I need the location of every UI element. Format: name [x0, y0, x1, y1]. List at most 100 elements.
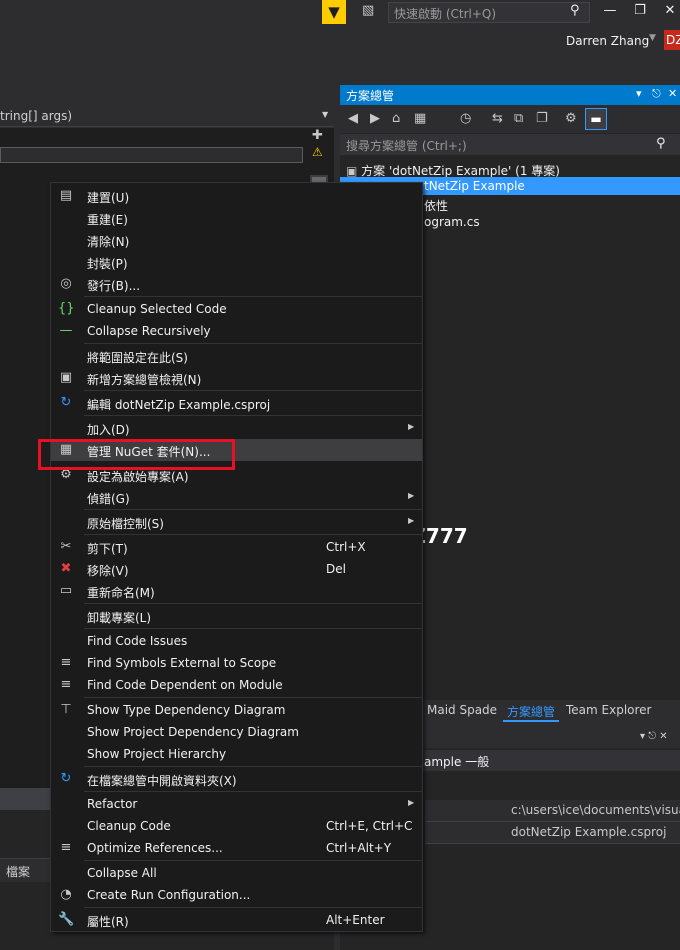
edit-refresh-icon: ↻ [60, 395, 72, 410]
chevron-down-icon[interactable]: ▼ [322, 110, 328, 119]
menu-item-refactor[interactable]: Refactor ▶ [51, 793, 422, 815]
collapse-all-icon[interactable]: ⧉ [514, 111, 523, 126]
menu-item-add[interactable]: 加入(D) ▶ [51, 417, 422, 439]
menu-item-properties[interactable]: 🔧 屬性(R) Alt+Enter [51, 909, 422, 931]
menu-item-build[interactable]: ▤ 建置(U) [51, 185, 422, 207]
menu-item-label: 原始檔控制(S) [87, 517, 164, 531]
menu-item-label: 偵錯(G) [87, 492, 130, 506]
home-icon[interactable]: ⌂ [392, 111, 400, 126]
menu-item-label: Collapse All [87, 866, 157, 880]
forward-icon[interactable]: ▶ [370, 111, 380, 126]
solution-explorer-title[interactable]: 方案總管 [340, 85, 680, 105]
braces-icon: {} [58, 301, 75, 316]
menu-item-label: 重建(E) [87, 213, 128, 227]
close-icon[interactable]: ✕ [661, 3, 679, 21]
menu-item-collapse-all[interactable]: Collapse All [51, 862, 422, 884]
menu-item-label: 剪下(T) [87, 542, 128, 556]
preview-icon[interactable]: ▬ [585, 108, 607, 130]
menu-item-label: 加入(D) [87, 423, 130, 437]
show-all-files-icon[interactable]: ❐ [536, 111, 548, 126]
back-icon[interactable]: ◀ [348, 111, 358, 126]
tab-codemaid[interactable]: Maid Spade [427, 703, 497, 717]
warning-icon[interactable]: ⚠ [312, 145, 323, 159]
menu-separator [84, 766, 422, 767]
menu-item-open-in-explorer[interactable]: ↻ 在檔案總管中開啟資料夾(X) [51, 768, 422, 790]
search-icon[interactable]: ⚲ [570, 3, 580, 18]
tree-item-solution[interactable]: ▣ 方案 'dotNetZip Example' (1 專案) [340, 160, 680, 178]
publish-globe-icon: ◎ [60, 276, 72, 291]
menu-item-rebuild[interactable]: 重建(E) [51, 207, 422, 229]
optimize-refs-icon: ≡ [60, 840, 72, 855]
close-icon[interactable]: ✕ [668, 87, 677, 100]
menu-item-find-code-dependent[interactable]: ≡ Find Code Dependent on Module [51, 674, 422, 696]
tab-team-explorer[interactable]: Team Explorer [566, 703, 652, 717]
filter-icon[interactable]: ▼ [322, 0, 346, 24]
feedback-icon[interactable]: ▧ [362, 3, 380, 21]
tree-item-label: 方案 'dotNetZip Example' (1 專案) [361, 164, 560, 178]
menu-item-optimize-references[interactable]: ≡ Optimize References... Ctrl+Alt+Y [51, 837, 422, 859]
menu-separator [84, 907, 422, 908]
menu-item-project-hierarchy[interactable]: Show Project Hierarchy [51, 743, 422, 765]
menu-item-collapse-recursively[interactable]: — Collapse Recursively [51, 320, 422, 342]
editor-find-box[interactable] [0, 147, 303, 163]
menu-item-clean[interactable]: 清除(N) [51, 229, 422, 251]
menu-item-find-symbols-external[interactable]: ≡ Find Symbols External to Scope [51, 652, 422, 674]
tab-solution-explorer[interactable]: 方案總管 [503, 703, 560, 722]
chevron-down-icon[interactable]: ▼ [649, 33, 656, 43]
pin-icon[interactable]: ▾ ⎋ ✕ [640, 731, 668, 742]
avatar[interactable]: DZ [664, 30, 680, 50]
sync-icon[interactable]: ⇆ [492, 111, 503, 126]
properties-icon[interactable]: ⚙ [565, 111, 577, 126]
menu-item-label: Find Code Issues [87, 634, 188, 648]
menu-item-edit-csproj[interactable]: ↻ 編輯 dotNetZip Example.csproj [51, 392, 422, 414]
menu-item-label: 發行(B)... [87, 279, 141, 293]
split-icon[interactable]: ✚ [312, 128, 323, 143]
submenu-arrow-icon: ▶ [408, 422, 415, 431]
menu-item-publish[interactable]: ◎ 發行(B)... [51, 273, 422, 295]
menu-item-label: 新增方案總管檢視(N) [87, 373, 202, 387]
restore-icon[interactable]: ❐ [631, 3, 649, 21]
menu-item-find-code-issues[interactable]: Find Code Issues [51, 630, 422, 652]
switch-views-icon[interactable]: ▦ [414, 111, 426, 126]
search-icon[interactable]: ⚲ [656, 136, 666, 151]
menu-item-remove[interactable]: ✖ 移除(V) Del [51, 558, 422, 580]
menu-item-label: Cleanup Selected Code [87, 302, 227, 316]
menu-item-type-dependency-diagram[interactable]: ⊤ Show Type Dependency Diagram [51, 699, 422, 721]
menu-item-label: Collapse Recursively [87, 324, 211, 338]
solution-search-input[interactable]: 搜尋方案總管 (Ctrl+;) [340, 134, 680, 155]
menu-separator [84, 534, 422, 535]
menu-separator [84, 628, 422, 629]
solution-icon: ▣ [346, 164, 358, 178]
property-row[interactable]: c:\users\ice\documents\visual [425, 800, 680, 822]
menu-item-label: 封裝(P) [87, 257, 128, 271]
user-name[interactable]: Darren Zhang [566, 34, 649, 48]
minimize-icon[interactable]: — [601, 3, 619, 21]
pending-changes-icon[interactable]: ◷ [460, 111, 471, 126]
menu-separator [84, 860, 422, 861]
property-row[interactable]: dotNetZip Example.csproj [425, 822, 680, 844]
pin-icon[interactable]: ⎋ [652, 87, 661, 101]
menu-item-label: 將範圍設定在此(S) [87, 351, 188, 365]
menu-item-scope-to-this[interactable]: 將範圍設定在此(S) [51, 345, 422, 367]
menu-item-cut[interactable]: ✂ 剪下(T) Ctrl+X [51, 536, 422, 558]
menu-item-new-view[interactable]: ▣ 新增方案總管檢視(N) [51, 367, 422, 389]
quick-launch-input[interactable]: 快速啟動 (Ctrl+Q) [388, 2, 590, 23]
menu-item-cleanup-code[interactable]: Cleanup Code Ctrl+E, Ctrl+C [51, 815, 422, 837]
new-view-icon: ▣ [59, 370, 73, 385]
menu-item-label: Find Symbols External to Scope [87, 656, 277, 670]
menu-item-project-dependency-diagram[interactable]: Show Project Dependency Diagram [51, 721, 422, 743]
menu-item-unload-project[interactable]: 卸載專案(L) [51, 605, 422, 627]
menu-item-shortcut: Del [326, 562, 346, 576]
member-dropdown-text[interactable]: tring[] args) [0, 109, 72, 123]
menu-item-debug[interactable]: 偵錯(G) ▶ [51, 486, 422, 508]
menu-item-create-run-config[interactable]: ◔ Create Run Configuration... [51, 884, 422, 906]
menu-item-pack[interactable]: 封裝(P) [51, 251, 422, 273]
menu-item-source-control[interactable]: 原始檔控制(S) ▶ [51, 511, 422, 533]
menu-item-cleanup-selected[interactable]: {} Cleanup Selected Code [51, 298, 422, 320]
menu-item-label: 重新命名(M) [87, 586, 155, 600]
menu-item-label: 移除(V) [87, 564, 129, 578]
window-position-icon[interactable]: ▾ [636, 87, 642, 100]
column-header-file[interactable]: 檔案 [6, 863, 30, 880]
submenu-arrow-icon: ▶ [408, 516, 415, 525]
menu-item-rename[interactable]: ▭ 重新命名(M) [51, 580, 422, 602]
